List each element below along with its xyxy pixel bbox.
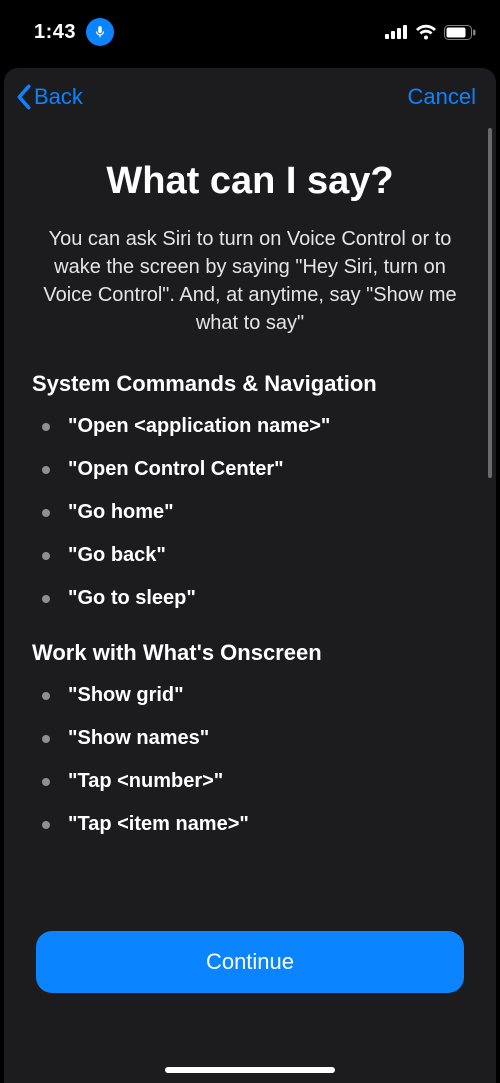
bullet-icon	[42, 692, 50, 700]
command-item: "Tap <number>"	[42, 770, 468, 793]
command-item: "Go home"	[42, 501, 468, 524]
command-item: "Show names"	[42, 727, 468, 750]
status-time: 1:43	[34, 21, 76, 44]
bullet-icon	[42, 735, 50, 743]
command-text: "Show grid"	[68, 684, 184, 707]
bullet-icon	[42, 509, 50, 517]
back-label: Back	[34, 84, 83, 110]
bullet-icon	[42, 423, 50, 431]
command-list: "Show grid" "Show names" "Tap <number>" …	[32, 684, 468, 836]
back-button[interactable]: Back	[16, 84, 83, 110]
status-right	[385, 24, 476, 40]
status-bar: 1:43	[0, 0, 500, 58]
device-frame: 1:43 Back Cancel	[0, 0, 500, 1083]
modal-sheet: Back Cancel What can I say? You can ask …	[4, 68, 496, 1083]
page-subtitle: You can ask Siri to turn on Voice Contro…	[32, 225, 468, 337]
bullet-icon	[42, 778, 50, 786]
command-text: "Tap <number>"	[68, 770, 223, 793]
mic-active-icon	[86, 18, 114, 46]
wifi-icon	[415, 24, 437, 40]
content-area: What can I say? You can ask Siri to turn…	[4, 120, 496, 1083]
status-left: 1:43	[34, 18, 114, 46]
command-text: "Go home"	[68, 501, 174, 524]
command-text: "Go back"	[68, 544, 166, 567]
page-title: What can I say?	[32, 160, 468, 203]
continue-button[interactable]: Continue	[36, 931, 464, 993]
chevron-left-icon	[16, 84, 32, 110]
command-item: "Show grid"	[42, 684, 468, 707]
nav-bar: Back Cancel	[4, 68, 496, 120]
command-item: "Open Control Center"	[42, 458, 468, 481]
bullet-icon	[42, 821, 50, 829]
command-text: "Show names"	[68, 727, 209, 750]
battery-icon	[444, 25, 476, 40]
cellular-signal-icon	[385, 25, 408, 39]
command-item: "Go to sleep"	[42, 587, 468, 610]
command-text: "Go to sleep"	[68, 587, 196, 610]
command-text: "Open <application name>"	[68, 415, 330, 438]
cancel-button[interactable]: Cancel	[408, 84, 476, 110]
section-heading: Work with What's Onscreen	[32, 640, 468, 666]
home-indicator[interactable]	[165, 1067, 335, 1073]
command-text: "Tap <item name>"	[68, 813, 249, 836]
command-item: "Go back"	[42, 544, 468, 567]
command-item: "Tap <item name>"	[42, 813, 468, 836]
scroll-indicator	[488, 128, 492, 478]
bullet-icon	[42, 466, 50, 474]
bullet-icon	[42, 595, 50, 603]
bullet-icon	[42, 552, 50, 560]
command-item: "Open <application name>"	[42, 415, 468, 438]
command-list: "Open <application name>" "Open Control …	[32, 415, 468, 610]
section-heading: System Commands & Navigation	[32, 371, 468, 397]
command-text: "Open Control Center"	[68, 458, 284, 481]
